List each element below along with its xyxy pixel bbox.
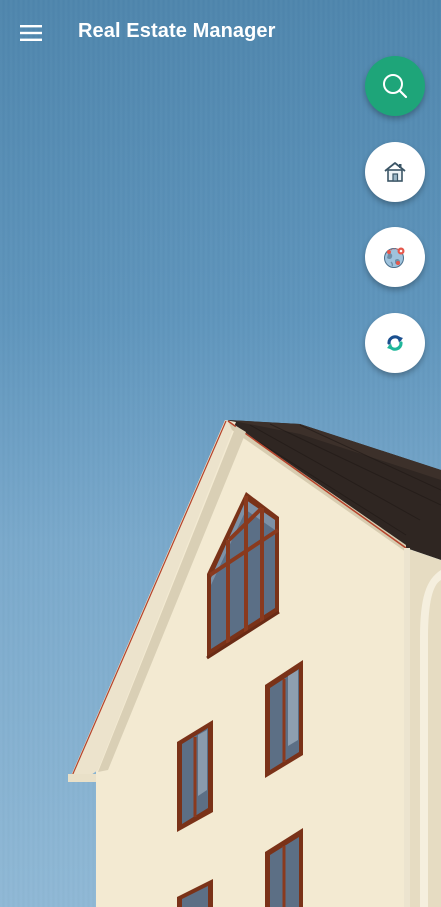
menu-button[interactable]	[14, 18, 48, 48]
sync-icon	[387, 335, 403, 351]
globe-map-icon	[384, 247, 405, 268]
app-title: Real Estate Manager	[78, 20, 276, 42]
app-bar: Real Estate Manager	[0, 0, 441, 66]
search-button[interactable]	[365, 56, 425, 116]
home-button[interactable]	[365, 142, 425, 202]
search-icon	[383, 74, 408, 99]
map-button[interactable]	[365, 227, 425, 287]
sync-button[interactable]	[365, 313, 425, 373]
house-background-image	[68, 420, 441, 907]
home-icon	[384, 162, 406, 182]
app-screen: Real Estate Manager	[0, 0, 441, 907]
hamburger-menu-icon	[20, 25, 42, 41]
